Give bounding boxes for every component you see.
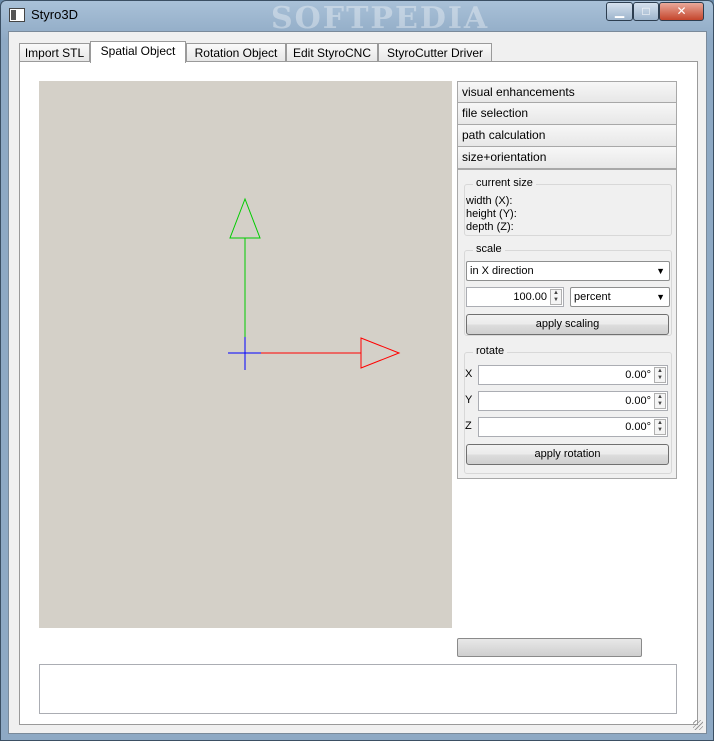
rotate-title: rotate	[473, 345, 508, 357]
tab-edit-styrocnc[interactable]: Edit StyroCNC	[286, 43, 378, 62]
maximize-button[interactable]: □	[633, 2, 659, 21]
rotate-x-value: 0.00°	[625, 369, 651, 381]
chevron-down-icon: ▼	[656, 266, 665, 276]
depth-label: depth (Z):	[466, 221, 514, 233]
scale-group: scale in X direction ▼ 100.00 ▲ ▼ percent…	[464, 243, 672, 336]
scale-direction-select[interactable]: in X direction ▼	[466, 261, 670, 281]
minimize-button[interactable]: ▁	[606, 2, 633, 21]
tab-import-stl[interactable]: Import STL	[19, 43, 90, 62]
width-label: width (X):	[466, 195, 513, 207]
rotate-z-value: 0.00°	[625, 421, 651, 433]
window-title: Styro3D	[31, 7, 78, 22]
log-output[interactable]	[39, 664, 677, 714]
client-area: Import STL Spatial Object Rotation Objec…	[8, 31, 707, 734]
x-axis-arrow	[360, 337, 401, 369]
spin-arrows-icon[interactable]: ▲ ▼	[654, 419, 666, 435]
scale-title: scale	[473, 243, 505, 255]
rotate-x-spinbox[interactable]: 0.00° ▲ ▼	[478, 365, 668, 385]
spin-arrows-icon[interactable]: ▲ ▼	[654, 367, 666, 383]
section-size-orientation[interactable]: size+orientation	[457, 147, 677, 169]
current-size-title: current size	[473, 177, 536, 189]
spin-arrows-icon[interactable]: ▲ ▼	[550, 289, 562, 305]
scale-direction-value: in X direction	[470, 265, 534, 277]
close-button[interactable]: ✕	[659, 2, 704, 21]
rotate-x-label: X	[465, 368, 473, 380]
title-bar[interactable]: Styro3D SOFTPEDIA ▁ □ ✕	[1, 1, 713, 36]
apply-rotation-button[interactable]: apply rotation	[466, 444, 669, 465]
rotate-y-label: Y	[465, 394, 473, 406]
scale-unit-select[interactable]: percent ▼	[570, 287, 670, 307]
scale-value-spinbox[interactable]: 100.00 ▲ ▼	[466, 287, 564, 307]
size-orientation-page: current size width (X): height (Y): dept…	[457, 169, 677, 479]
scale-unit-value: percent	[574, 291, 611, 303]
spin-arrows-icon[interactable]: ▲ ▼	[654, 393, 666, 409]
scale-value: 100.00	[513, 291, 547, 303]
tab-rotation-object[interactable]: Rotation Object	[186, 43, 286, 62]
section-path-calculation[interactable]: path calculation	[457, 125, 677, 147]
rotate-y-spinbox[interactable]: 0.00° ▲ ▼	[478, 391, 668, 411]
spatial-object-panel: visual enhancements file selection path …	[19, 61, 698, 725]
progress-bar	[457, 638, 642, 657]
section-file-selection[interactable]: file selection	[457, 103, 677, 125]
tab-spatial-object[interactable]: Spatial Object	[90, 41, 186, 63]
apply-scaling-button[interactable]: apply scaling	[466, 314, 669, 335]
rotate-y-value: 0.00°	[625, 395, 651, 407]
rotate-z-spinbox[interactable]: 0.00° ▲ ▼	[478, 417, 668, 437]
tab-styrocutter-driver[interactable]: StyroCutter Driver	[378, 43, 492, 62]
axes-gizmo	[228, 197, 401, 370]
section-visual-enhancements[interactable]: visual enhancements	[457, 81, 677, 103]
y-axis-arrow	[229, 197, 261, 239]
current-size-group: current size width (X): height (Y): dept…	[464, 177, 672, 236]
3d-viewport[interactable]	[39, 81, 452, 628]
toolbox: visual enhancements file selection path …	[457, 81, 677, 479]
app-window: Styro3D SOFTPEDIA ▁ □ ✕ Import STL Spati…	[0, 0, 714, 741]
height-label: height (Y):	[466, 208, 517, 220]
resize-grip-icon[interactable]	[693, 720, 703, 730]
rotate-z-label: Z	[465, 420, 472, 432]
app-icon	[9, 8, 25, 22]
chevron-down-icon: ▼	[656, 292, 665, 302]
